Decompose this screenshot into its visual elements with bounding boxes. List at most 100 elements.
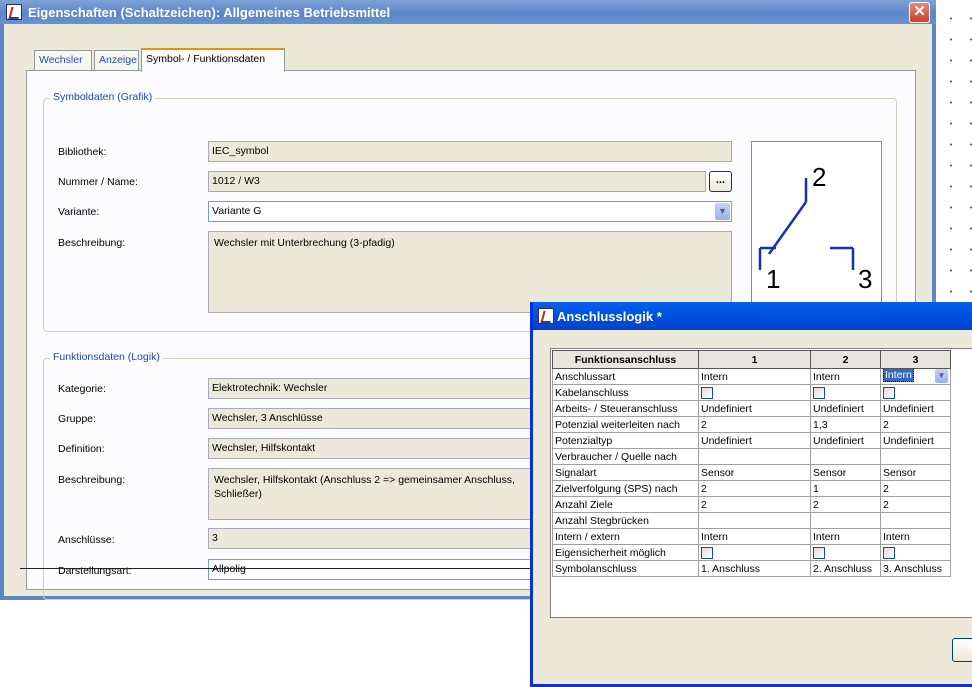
terminal-label-1: 1	[766, 264, 780, 294]
row-label: Kabelanschluss	[552, 384, 699, 401]
chevron-down-icon[interactable]: ▼	[715, 203, 730, 220]
table-cell[interactable]	[698, 384, 811, 401]
symbol-beschreibung-label: Beschreibung:	[58, 237, 126, 249]
table-cell[interactable]: Intern	[810, 368, 881, 385]
table-cell[interactable]	[698, 544, 811, 561]
connection-logic-grid: Funktionsanschluss 1 2 3 Anschlussart Int…	[550, 348, 972, 618]
table-cell[interactable]: Undefiniert	[810, 432, 881, 449]
variante-value: Variante G	[212, 205, 262, 217]
column-header[interactable]: Funktionsanschluss	[552, 350, 699, 369]
table-row: Anschlussart Intern Intern Intern ▼	[552, 368, 951, 385]
checkbox[interactable]	[813, 386, 825, 399]
row-label: Verbraucher / Quelle nach	[552, 448, 699, 465]
column-header[interactable]: 2	[810, 350, 881, 369]
row-label: Anzahl Stegbrücken	[552, 512, 699, 529]
table-cell[interactable]	[810, 512, 881, 529]
table-cell[interactable]: 1. Anschluss	[698, 560, 811, 577]
tab-anzeige[interactable]: Anzeige	[94, 50, 139, 70]
table-row: Arbeits- / Steueranschluss Undefiniert Und…	[552, 400, 951, 417]
checkbox[interactable]	[701, 546, 713, 559]
column-header[interactable]: 3	[880, 350, 951, 369]
checkbox[interactable]	[701, 386, 713, 399]
table-cell[interactable]	[810, 544, 881, 561]
table-row: Signalart Sensor Sensor Sensor	[552, 464, 951, 481]
changeover-contact-symbol: 2 1 3	[758, 162, 872, 294]
bibliothek-field: IEC_symbol	[208, 141, 732, 162]
tab-wechsler[interactable]: Wechsler	[34, 50, 92, 70]
table-cell[interactable]: 1	[810, 480, 881, 497]
dialog-app-icon	[538, 308, 554, 324]
table-cell[interactable]: 2	[880, 416, 951, 433]
table-cell[interactable]: Undefiniert	[810, 400, 881, 417]
table-cell[interactable]: Sensor	[698, 464, 811, 481]
dialog-title-bar[interactable]: Anschlusslogik *	[533, 302, 972, 330]
table-cell[interactable]	[880, 544, 951, 561]
table-row: Anzahl Ziele 2 2 2	[552, 496, 951, 513]
table-cell[interactable]: Intern	[810, 528, 881, 545]
checkbox[interactable]	[883, 546, 895, 559]
table-cell[interactable]	[880, 512, 951, 529]
kategorie-label: Kategorie:	[58, 383, 106, 395]
table-cell[interactable]: 2. Anschluss	[810, 560, 881, 577]
anschluesse-label: Anschlüsse:	[58, 534, 115, 546]
table-cell[interactable]: 2	[810, 496, 881, 513]
table-row: Eigensicherheit möglich	[552, 544, 951, 561]
table-cell[interactable]	[880, 384, 951, 401]
table-cell[interactable]	[880, 448, 951, 465]
table-cell[interactable]	[810, 384, 881, 401]
anschlussart-select[interactable]: Intern ▼	[883, 369, 948, 384]
column-header[interactable]: 1	[698, 350, 811, 369]
connection-table: Funktionsanschluss 1 2 3 Anschlussart Int…	[552, 350, 951, 577]
table-row: Zielverfolgung (SPS) nach 2 1 2	[552, 480, 951, 497]
function-beschreibung-field: Wechsler, Hilfskontakt (Anschluss 2 => g…	[208, 468, 538, 520]
row-label: Zielverfolgung (SPS) nach	[552, 480, 699, 497]
table-cell[interactable]: 2	[880, 496, 951, 513]
close-button[interactable]: ✕	[909, 2, 930, 23]
table-cell[interactable]: Undefiniert	[698, 432, 811, 449]
chevron-down-icon[interactable]: ▼	[935, 369, 948, 383]
table-cell[interactable]	[698, 448, 811, 465]
table-cell[interactable]: 2	[698, 416, 811, 433]
table-row: Verbraucher / Quelle nach	[552, 448, 951, 465]
table-row: Anzahl Stegbrücken	[552, 512, 951, 529]
table-cell[interactable]: Intern	[880, 528, 951, 545]
table-cell[interactable]: Undefiniert	[880, 432, 951, 449]
table-cell[interactable]: 1,3	[810, 416, 881, 433]
window-title-bar[interactable]: Eigenschaften (Schaltzeichen): Allgemein…	[0, 0, 936, 24]
table-cell[interactable]: Intern	[698, 368, 811, 385]
dialog-button[interactable]	[952, 638, 972, 662]
table-cell[interactable]: 2	[880, 480, 951, 497]
background-grid-dots	[938, 0, 972, 300]
table-row: Potenzial weiterleiten nach 2 1,3 2	[552, 416, 951, 433]
terminal-label-3: 3	[858, 264, 872, 294]
row-label: Potenzial weiterleiten nach	[552, 416, 699, 433]
table-cell[interactable]: 3. Anschluss	[880, 560, 951, 577]
terminal-label-2: 2	[812, 162, 826, 192]
table-cell[interactable]: Sensor	[810, 464, 881, 481]
table-cell[interactable]: Sensor	[880, 464, 951, 481]
bibliothek-label: Bibliothek:	[58, 146, 107, 158]
function-group-legend: Funktionsdaten (Logik)	[50, 351, 163, 363]
darstellungsart-label: Darstellungsart:	[58, 565, 132, 577]
row-label: Potenzialtyp	[552, 432, 699, 449]
table-row: Kabelanschluss	[552, 384, 951, 401]
table-cell[interactable]: Intern ▼	[880, 368, 951, 385]
table-cell[interactable]	[698, 512, 811, 529]
anschlusslogik-dialog: Anschlusslogik * Funktionsanschluss 1 2 …	[530, 302, 972, 687]
table-cell[interactable]: Intern	[698, 528, 811, 545]
variante-select[interactable]: Variante G ▼	[208, 201, 732, 222]
table-cell[interactable]: 2	[698, 480, 811, 497]
row-label: Intern / extern	[552, 528, 699, 545]
row-label: Arbeits- / Steueranschluss	[552, 400, 699, 417]
table-cell[interactable]: 2	[698, 496, 811, 513]
table-cell[interactable]: Undefiniert	[698, 400, 811, 417]
row-label: Anschlussart	[552, 368, 699, 385]
checkbox[interactable]	[813, 546, 825, 559]
browse-symbol-button[interactable]: ...	[709, 171, 732, 192]
tab-symbol-funktionsdaten[interactable]: Symbol- / Funktionsdaten	[141, 48, 285, 72]
table-row: Intern / extern Intern Intern Intern	[552, 528, 951, 545]
symbol-preview: 2 1 3	[751, 141, 882, 311]
table-cell[interactable]: Undefiniert	[880, 400, 951, 417]
table-cell[interactable]	[810, 448, 881, 465]
checkbox[interactable]	[883, 386, 895, 399]
